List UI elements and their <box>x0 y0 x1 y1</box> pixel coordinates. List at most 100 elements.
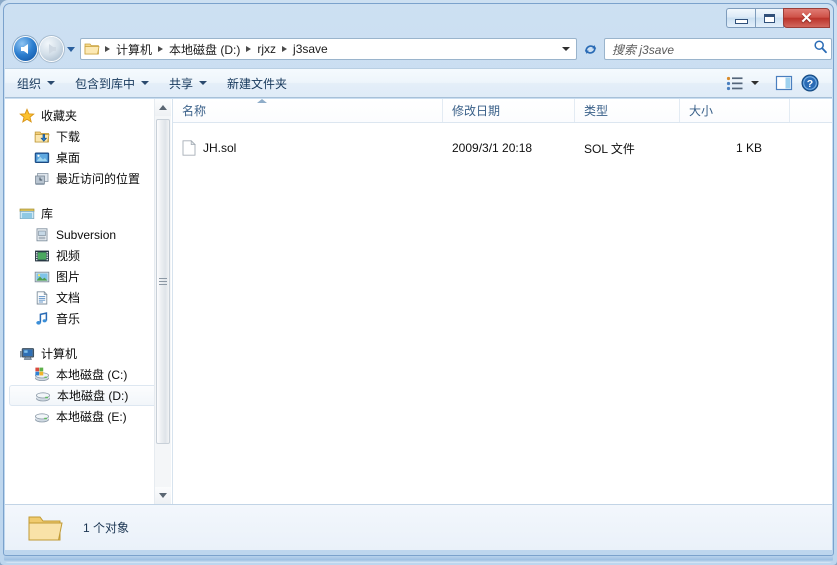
status-text: 1 个对象 <box>83 521 130 535</box>
back-button[interactable] <box>14 37 38 61</box>
sidebar-item-desktop[interactable]: 桌面 <box>5 147 172 168</box>
sidebar-item-subversion[interactable]: Subversion <box>5 224 172 245</box>
column-header-modified[interactable]: 修改日期 <box>443 99 575 122</box>
nav-group-computer[interactable]: 计算机 <box>5 343 172 364</box>
sort-ascending-icon <box>257 99 267 103</box>
refresh-button[interactable] <box>579 38 601 60</box>
column-header-type[interactable]: 类型 <box>575 99 680 122</box>
maximize-button[interactable] <box>755 8 784 28</box>
toolbar-item-label: 组织 <box>17 76 42 91</box>
chevron-down-icon <box>66 46 75 52</box>
folder-icon <box>84 42 100 56</box>
sidebar-item-downloads[interactable]: 下载 <box>5 126 172 147</box>
file-icon <box>182 140 196 156</box>
chevron-down-icon <box>199 81 208 85</box>
sidebar-item-drive-e[interactable]: 本地磁盘 (E:) <box>5 406 172 427</box>
column-header-label: 修改日期 <box>452 104 501 118</box>
scrollbar-grip-icon <box>159 278 167 285</box>
column-header-label: 名称 <box>182 104 207 118</box>
forward-arrow-icon <box>49 44 57 54</box>
title-bar: ✕ <box>4 4 833 30</box>
search-icon <box>813 39 828 59</box>
nav-item-label: 本地磁盘 (D:) <box>57 389 129 403</box>
toolbar-item-organize[interactable]: 组织 <box>9 72 63 94</box>
minimize-button[interactable] <box>726 8 755 28</box>
library-folder-icon <box>19 206 35 222</box>
explorer-window: ✕ 计算机 本地磁盘 (D:) rjxz j3save 搜索 j3save 组织… <box>0 0 837 565</box>
history-dropdown-button[interactable] <box>64 37 77 61</box>
nav-item-label: 本地磁盘 (E:) <box>56 410 127 424</box>
column-header-label: 类型 <box>584 104 609 118</box>
desktop-icon <box>34 150 50 166</box>
nav-item-label: 最近访问的位置 <box>56 172 141 186</box>
breadcrumb-item-1[interactable]: 本地磁盘 (D:) <box>166 39 243 60</box>
toolbar-right-group: ? <box>721 72 832 94</box>
toolbar-item-share[interactable]: 共享 <box>161 72 215 94</box>
table-row[interactable]: JH.sol 2009/3/1 20:18 SOL 文件 1 KB <box>173 137 832 159</box>
sidebar-item-drive-d[interactable]: 本地磁盘 (D:) <box>9 385 166 406</box>
preview-pane-button[interactable] <box>771 72 797 94</box>
close-button[interactable]: ✕ <box>783 8 830 28</box>
subversion-icon <box>34 227 50 243</box>
drive-icon <box>35 388 51 404</box>
nav-item-label: 下载 <box>56 130 81 144</box>
breadcrumb-item-2[interactable]: rjxz <box>254 40 279 58</box>
sidebar-item-music[interactable]: 音乐 <box>5 308 172 329</box>
refresh-icon <box>584 44 596 54</box>
scroll-up-button[interactable] <box>155 99 171 116</box>
breadcrumb-item-0[interactable]: 计算机 <box>113 39 155 60</box>
search-input[interactable]: 搜索 j3save <box>612 41 813 58</box>
search-box[interactable]: 搜索 j3save <box>604 38 833 60</box>
navigation-tree: 收藏夹 下载 桌面 最近访问的位置 库 Subversion 视频 图片 文档 … <box>5 99 172 427</box>
address-bar-row: 计算机 本地磁盘 (D:) rjxz j3save 搜索 j3save <box>5 32 833 66</box>
nav-group-libraries[interactable]: 库 <box>5 203 172 224</box>
nav-item-label: 桌面 <box>56 151 81 165</box>
music-icon <box>34 311 50 327</box>
breadcrumb-separator <box>158 46 164 52</box>
toolbar-item-new-folder[interactable]: 新建文件夹 <box>219 72 295 94</box>
sidebar-item-documents[interactable]: 文档 <box>5 287 172 308</box>
recent-places-icon <box>34 171 50 187</box>
breadcrumb-separator <box>282 46 288 52</box>
system-drive-icon <box>34 367 50 383</box>
chevron-down-icon <box>141 81 150 85</box>
help-button[interactable]: ? <box>797 72 823 94</box>
column-header-name[interactable]: 名称 <box>173 99 443 122</box>
back-arrow-icon <box>21 44 29 54</box>
view-dropdown-button[interactable] <box>747 72 763 94</box>
window-bottom-edge <box>4 556 833 563</box>
toolbar-item-label: 共享 <box>169 76 194 91</box>
toolbar-item-include-in-library[interactable]: 包含到库中 <box>67 72 157 94</box>
nav-group-favorites[interactable]: 收藏夹 <box>5 105 172 126</box>
sidebar-item-pictures[interactable]: 图片 <box>5 266 172 287</box>
column-header-extra[interactable] <box>790 99 831 122</box>
file-type-cell: SOL 文件 <box>584 141 635 156</box>
forward-button[interactable] <box>40 37 64 61</box>
file-name-cell: JH.sol <box>173 140 443 156</box>
chevron-down-icon <box>562 47 571 51</box>
sidebar-item-drive-c[interactable]: 本地磁盘 (C:) <box>5 364 172 385</box>
status-bar: 1 个对象 <box>5 504 832 550</box>
chevron-down-icon <box>751 81 759 85</box>
sidebar-item-recent-places[interactable]: 最近访问的位置 <box>5 168 172 189</box>
column-header-size[interactable]: 大小 <box>680 99 790 122</box>
scroll-down-button[interactable] <box>155 487 171 504</box>
nav-group-spacer <box>5 189 172 203</box>
change-view-button[interactable] <box>721 72 747 94</box>
nav-group-spacer <box>5 329 172 343</box>
toolbar-item-label: 包含到库中 <box>75 76 136 91</box>
address-bar[interactable]: 计算机 本地磁盘 (D:) rjxz j3save <box>80 38 578 60</box>
computer-icon <box>19 346 35 362</box>
navigation-scrollbar[interactable] <box>154 99 171 504</box>
scrollbar-thumb[interactable] <box>156 119 170 444</box>
breadcrumb-separator <box>105 46 111 52</box>
scroll-up-icon <box>159 105 167 110</box>
drive-icon <box>34 409 50 425</box>
pictures-icon <box>34 269 50 285</box>
breadcrumb-item-3[interactable]: j3save <box>290 40 331 58</box>
navigation-pane: 收藏夹 下载 桌面 最近访问的位置 库 Subversion 视频 图片 文档 … <box>5 99 173 504</box>
column-headers: 名称 修改日期 类型 大小 <box>173 99 832 123</box>
sidebar-item-videos[interactable]: 视频 <box>5 245 172 266</box>
nav-item-label: 库 <box>41 207 54 221</box>
address-dropdown-button[interactable] <box>559 41 573 57</box>
